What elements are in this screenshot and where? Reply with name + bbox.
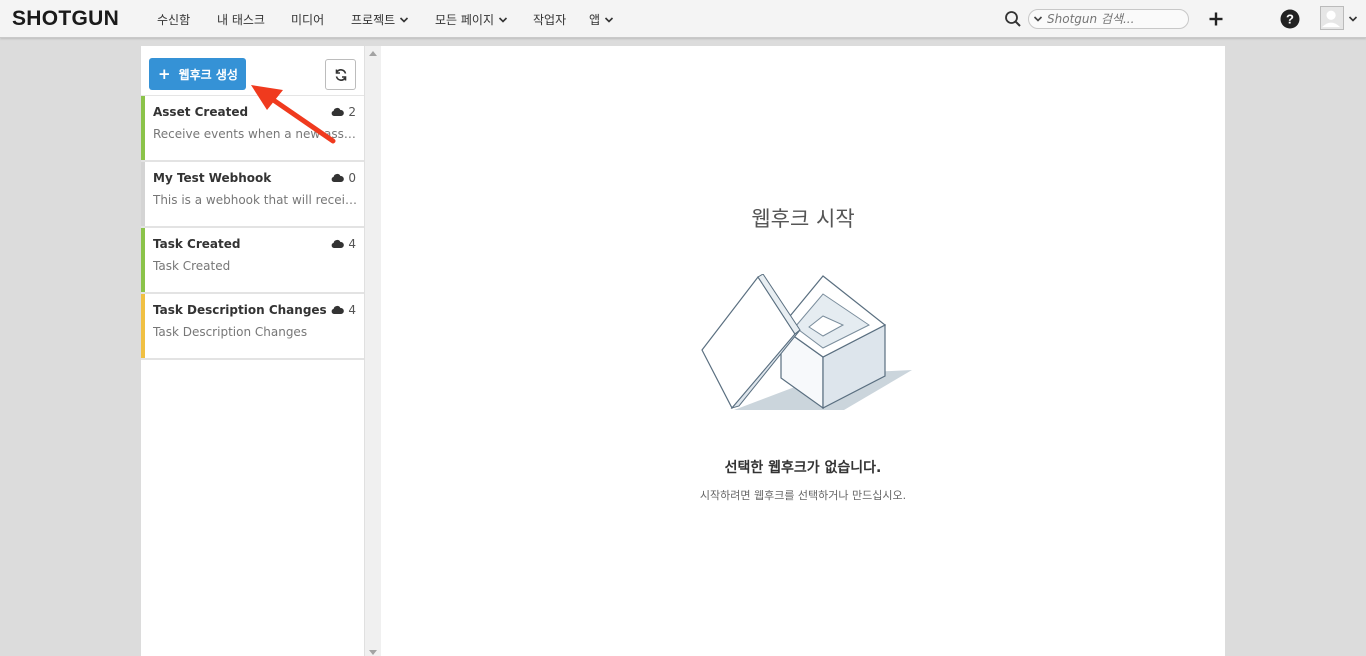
- webhook-list-item[interactable]: Task Created 4 Task Created: [141, 228, 364, 294]
- cloud-icon: [332, 173, 345, 182]
- nav-inbox[interactable]: 수신함: [157, 11, 190, 28]
- webhook-description: Receive events when a new asset ...: [153, 127, 357, 141]
- status-color-bar: [141, 228, 145, 292]
- webhook-detail-panel: 웹후크 시작 선택한 웹후크가 없습니다. 시작하려면 웹후크를 선택하거나 만…: [381, 46, 1225, 656]
- chevron-down-icon: [498, 16, 508, 23]
- webhook-list-item[interactable]: My Test Webhook 0 This is a webhook that w…: [141, 162, 364, 228]
- create-webhook-label: 웹후크 생성: [178, 67, 238, 82]
- nav-all-pages[interactable]: 모든 페이지: [435, 11, 508, 28]
- delivery-count-value: 4: [348, 303, 356, 317]
- webhook-title: Asset Created: [153, 105, 249, 119]
- webhook-description: Task Description Changes: [153, 325, 308, 339]
- nav-my-tasks[interactable]: 내 태스크: [217, 11, 265, 28]
- chevron-down-icon[interactable]: [1348, 14, 1358, 24]
- svg-text:?: ?: [1286, 12, 1294, 27]
- webhook-description: Task Created: [153, 259, 231, 273]
- avatar[interactable]: [1320, 6, 1344, 30]
- delivery-count: 0: [331, 171, 356, 185]
- nav-people-label: 작업자: [533, 13, 567, 27]
- sidebar-scrollbar[interactable]: [364, 46, 381, 656]
- refresh-button[interactable]: [325, 59, 356, 90]
- delivery-count-value: 2: [348, 105, 356, 119]
- delivery-count-value: 0: [348, 171, 356, 185]
- nav-media[interactable]: 미디어: [291, 11, 324, 28]
- chevron-down-icon: [400, 16, 409, 23]
- nav-projects[interactable]: 프로젝트: [351, 11, 409, 28]
- nav-inbox-label: 수신함: [157, 13, 191, 27]
- shotgun-logo[interactable]: SHOTGUN: [12, 7, 119, 31]
- top-nav-bar: SHOTGUN 수신함 내 태스크 미디어 프로젝트 모든 페이지 작업자 앱 …: [0, 0, 1366, 38]
- status-color-bar: [141, 162, 145, 226]
- cloud-icon: [332, 239, 345, 248]
- webhook-list-item[interactable]: Asset Created 2 Receive events when a new …: [141, 96, 364, 162]
- cloud-icon: [332, 107, 345, 116]
- scroll-down-arrow-icon[interactable]: [369, 650, 377, 655]
- nav-all-pages-label: 모든 페이지: [435, 13, 495, 27]
- refresh-icon: [335, 68, 346, 81]
- search-input[interactable]: [1028, 9, 1189, 29]
- delivery-count: 4: [331, 237, 356, 251]
- nav-media-label: 미디어: [291, 13, 325, 27]
- nav-projects-label: 프로젝트: [351, 13, 396, 27]
- status-color-bar: [141, 96, 145, 160]
- webhook-description: This is a webhook that will receive...: [153, 193, 357, 207]
- create-webhook-button[interactable]: + 웹후크 생성: [149, 58, 246, 90]
- delivery-count: 4: [331, 303, 356, 317]
- help-icon[interactable]: ?: [1280, 9, 1300, 29]
- nav-my-tasks-label: 내 태스크: [217, 13, 265, 27]
- moon-icon[interactable]: [1242, 9, 1262, 29]
- delivery-count-value: 4: [348, 237, 356, 251]
- delivery-count: 2: [331, 105, 356, 119]
- search-scope-chevron-icon[interactable]: [1033, 14, 1043, 24]
- status-color-bar: [141, 294, 145, 358]
- webhook-title: My Test Webhook: [153, 171, 272, 185]
- webhook-list-item[interactable]: Task Description Changes 4 Task Descriptio…: [141, 294, 364, 360]
- webhook-list-panel: + 웹후크 생성 Asset Created 2 Receive events wh…: [141, 46, 364, 656]
- scroll-up-arrow-icon[interactable]: [369, 51, 377, 56]
- search-icon[interactable]: [1004, 10, 1022, 28]
- empty-state-subtitle: 시작하려면 웹후크를 선택하거나 만드십시오.: [699, 489, 907, 502]
- webhook-title: Task Description Changes: [153, 303, 327, 317]
- cloud-icon: [332, 305, 345, 314]
- empty-state-title: 선택한 웹후크가 없습니다.: [724, 460, 882, 476]
- nav-people[interactable]: 작업자: [533, 11, 566, 28]
- plus-icon: +: [158, 64, 171, 83]
- chevron-down-icon: [604, 16, 614, 23]
- webhook-title: Task Created: [153, 237, 241, 251]
- user-silhouette-icon: [1321, 10, 1341, 28]
- nav-apps-label: 앱: [589, 13, 601, 27]
- add-icon[interactable]: [1206, 9, 1226, 29]
- page-title: 웹후크 시작: [751, 207, 855, 231]
- empty-box-illustration: [701, 274, 912, 410]
- nav-apps[interactable]: 앱: [589, 11, 614, 28]
